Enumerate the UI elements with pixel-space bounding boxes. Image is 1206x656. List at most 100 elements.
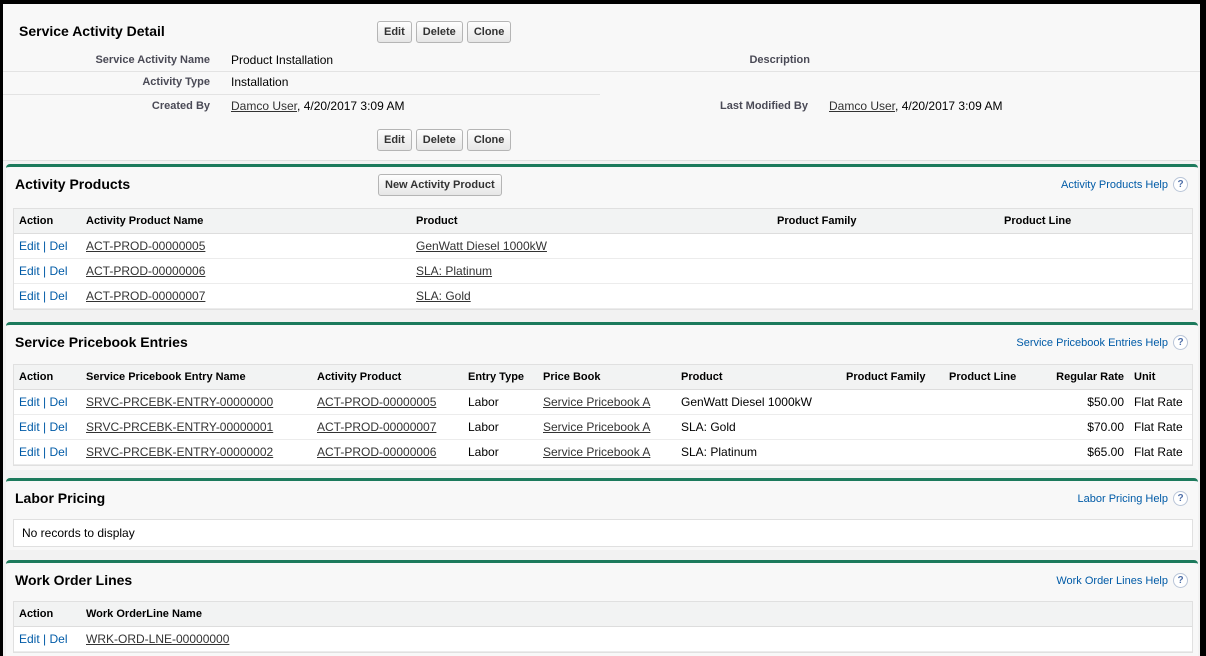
delete-link[interactable]: Del bbox=[49, 632, 67, 646]
row-separator bbox=[3, 94, 600, 95]
edit-button[interactable]: Edit bbox=[377, 21, 412, 43]
section-title: Service Pricebook Entries bbox=[15, 334, 188, 350]
page: Service Activity Detail Edit Delete Clon… bbox=[3, 4, 1200, 656]
edit-link[interactable]: Edit bbox=[19, 239, 40, 253]
price-book-cell: Service Pricebook A bbox=[538, 389, 676, 415]
delete-link[interactable]: Del bbox=[49, 420, 67, 434]
delete-button[interactable]: Delete bbox=[415, 129, 463, 151]
delete-link[interactable]: Del bbox=[49, 264, 67, 278]
action-cell: Edit | Del bbox=[14, 439, 81, 465]
entry-name-cell: SRVC-PRCEBK-ENTRY-00000000 bbox=[81, 389, 312, 415]
delete-link[interactable]: Del bbox=[49, 239, 67, 253]
action-cell: Edit | Del bbox=[14, 414, 81, 440]
top-button-row: Edit Delete Clone bbox=[377, 21, 512, 43]
price-book-link[interactable]: Service Pricebook A bbox=[543, 445, 650, 459]
activity-product-cell: ACT-PROD-00000005 bbox=[312, 389, 463, 415]
activity-product-link[interactable]: ACT-PROD-00000006 bbox=[86, 264, 205, 278]
column-header: Action bbox=[14, 365, 81, 390]
column-header: Entry Type bbox=[463, 365, 538, 390]
product-cell: SLA: Gold bbox=[676, 414, 841, 440]
work-order-lines-table: Action Work OrderLine Name Edit | Del WR… bbox=[13, 601, 1193, 653]
last-modified-by-value: Damco User, 4/20/2017 3:09 AM bbox=[829, 99, 1002, 113]
product-link[interactable]: SLA: Platinum bbox=[416, 264, 492, 278]
table-row: Edit | Del ACT-PROD-00000005 GenWatt Die… bbox=[14, 233, 1192, 259]
activity-products-table: Action Activity Product Name Product Pro… bbox=[13, 208, 1193, 310]
help-link[interactable]: Work Order Lines Help bbox=[1056, 575, 1168, 587]
edit-button[interactable]: Edit bbox=[377, 129, 412, 151]
edit-link[interactable]: Edit bbox=[19, 395, 40, 409]
column-header: Action bbox=[14, 209, 81, 234]
last-modified-by-user-link[interactable]: Damco User bbox=[829, 99, 895, 113]
regular-rate-cell: $65.00 bbox=[1034, 439, 1129, 465]
question-circle-icon[interactable]: ? bbox=[1173, 573, 1188, 588]
action-cell: Edit | Del bbox=[14, 258, 81, 284]
pricebook-entry-link[interactable]: SRVC-PRCEBK-ENTRY-00000002 bbox=[86, 445, 273, 459]
labor-pricing-help: Labor Pricing Help ? bbox=[1078, 491, 1188, 506]
action-separator: | bbox=[39, 419, 50, 434]
activity-product-link[interactable]: ACT-PROD-00000007 bbox=[317, 420, 436, 434]
product-family-cell bbox=[841, 439, 944, 465]
activity-product-link[interactable]: ACT-PROD-00000005 bbox=[86, 239, 205, 253]
row-separator bbox=[3, 71, 1200, 72]
activity-product-link[interactable]: ACT-PROD-00000005 bbox=[317, 395, 436, 409]
delete-link[interactable]: Del bbox=[49, 289, 67, 303]
service-pricebook-entries-help: Service Pricebook Entries Help ? bbox=[1016, 335, 1188, 350]
edit-link[interactable]: Edit bbox=[19, 445, 40, 459]
question-circle-icon[interactable]: ? bbox=[1173, 335, 1188, 350]
action-cell: Edit | Del bbox=[14, 626, 81, 652]
regular-rate-cell: $50.00 bbox=[1034, 389, 1129, 415]
description-label: Description bbox=[749, 54, 810, 66]
product-cell: GenWatt Diesel 1000kW bbox=[676, 389, 841, 415]
entry-type-cell: Labor bbox=[463, 414, 538, 440]
activity-product-cell: ACT-PROD-00000006 bbox=[312, 439, 463, 465]
edit-link[interactable]: Edit bbox=[19, 420, 40, 434]
new-activity-product-button[interactable]: New Activity Product bbox=[378, 174, 502, 196]
product-cell: GenWatt Diesel 1000kW bbox=[411, 233, 772, 259]
action-separator: | bbox=[39, 263, 50, 278]
action-cell: Edit | Del bbox=[14, 283, 81, 309]
entry-name-cell: SRVC-PRCEBK-ENTRY-00000001 bbox=[81, 414, 312, 440]
service-activity-name-value: Product Installation bbox=[231, 53, 334, 67]
clone-button[interactable]: Clone bbox=[466, 21, 512, 43]
price-book-cell: Service Pricebook A bbox=[538, 439, 676, 465]
product-link[interactable]: SLA: Gold bbox=[416, 289, 471, 303]
product-line-cell bbox=[999, 258, 1192, 284]
product-family-cell bbox=[772, 233, 999, 259]
edit-link[interactable]: Edit bbox=[19, 632, 40, 646]
pricebook-entry-link[interactable]: SRVC-PRCEBK-ENTRY-00000001 bbox=[86, 420, 273, 434]
column-header: Activity Product Name bbox=[81, 209, 411, 234]
detail-title: Service Activity Detail bbox=[19, 23, 165, 39]
table-row: Edit | Del ACT-PROD-00000007 SLA: Gold bbox=[14, 283, 1192, 309]
edit-link[interactable]: Edit bbox=[19, 289, 40, 303]
price-book-link[interactable]: Service Pricebook A bbox=[543, 395, 650, 409]
delete-button[interactable]: Delete bbox=[415, 21, 463, 43]
question-circle-icon[interactable]: ? bbox=[1173, 177, 1188, 192]
created-by-user-link[interactable]: Damco User bbox=[231, 99, 297, 113]
action-separator: | bbox=[39, 238, 50, 253]
product-family-cell bbox=[841, 414, 944, 440]
help-link[interactable]: Activity Products Help bbox=[1061, 179, 1168, 191]
delete-link[interactable]: Del bbox=[49, 395, 67, 409]
price-book-link[interactable]: Service Pricebook A bbox=[543, 420, 650, 434]
work-order-line-link[interactable]: WRK-ORD-LNE-00000000 bbox=[86, 632, 229, 646]
product-link[interactable]: GenWatt Diesel 1000kW bbox=[416, 239, 547, 253]
clone-button[interactable]: Clone bbox=[466, 129, 512, 151]
table-row: Edit | Del ACT-PROD-00000006 SLA: Platin… bbox=[14, 258, 1192, 284]
pricebook-entry-link[interactable]: SRVC-PRCEBK-ENTRY-00000000 bbox=[86, 395, 273, 409]
help-link[interactable]: Labor Pricing Help bbox=[1078, 493, 1169, 505]
edit-link[interactable]: Edit bbox=[19, 264, 40, 278]
activity-product-link[interactable]: ACT-PROD-00000007 bbox=[86, 289, 205, 303]
table-row: Edit | Del SRVC-PRCEBK-ENTRY-00000002 AC… bbox=[14, 439, 1192, 465]
column-header: Regular Rate bbox=[1034, 365, 1129, 390]
action-cell: Edit | Del bbox=[14, 233, 81, 259]
activity-product-link[interactable]: ACT-PROD-00000006 bbox=[317, 445, 436, 459]
activity-products-help: Activity Products Help ? bbox=[1061, 177, 1188, 192]
question-circle-icon[interactable]: ? bbox=[1173, 491, 1188, 506]
unit-cell: Flat Rate bbox=[1129, 414, 1192, 440]
help-link[interactable]: Service Pricebook Entries Help bbox=[1016, 337, 1168, 349]
labor-pricing-table: No records to display bbox=[13, 519, 1193, 547]
created-by-date: , 4/20/2017 3:09 AM bbox=[297, 99, 405, 113]
delete-link[interactable]: Del bbox=[49, 445, 67, 459]
name-cell: ACT-PROD-00000007 bbox=[81, 283, 411, 309]
action-separator: | bbox=[39, 631, 50, 646]
